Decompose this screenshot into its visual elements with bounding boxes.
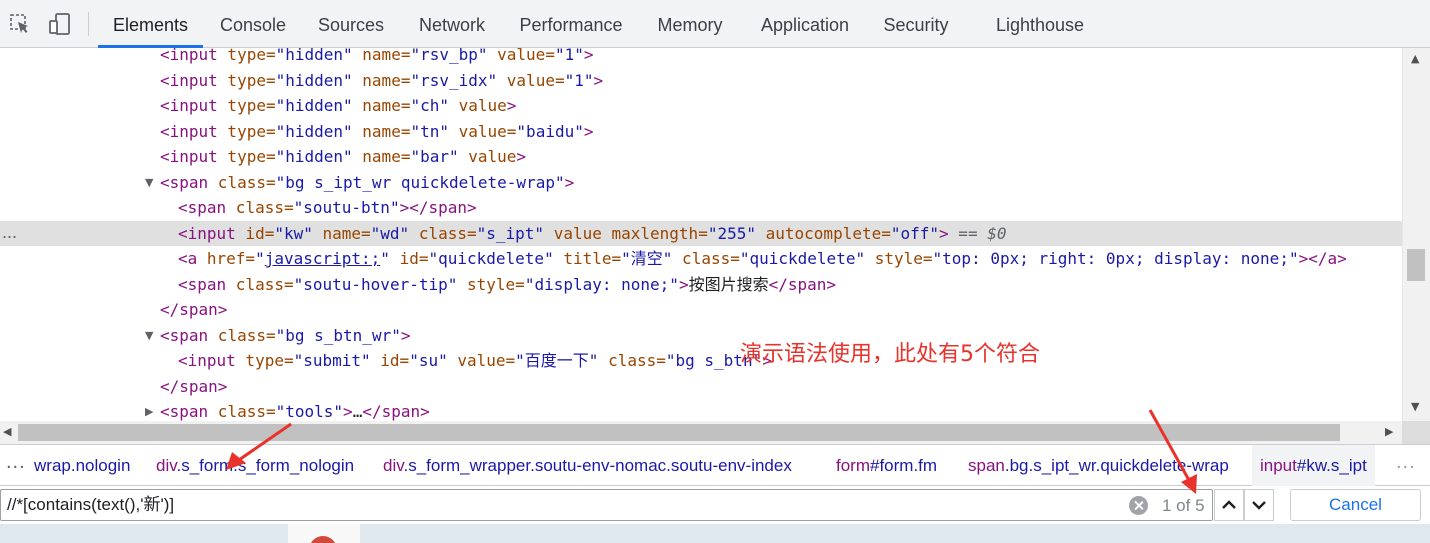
dom-node[interactable]: ▼ <span class="bg s_btn_wr"> — [0, 323, 1402, 348]
chevron-down-icon — [1252, 501, 1266, 510]
dom-node[interactable]: <input type="hidden" name="rsv_idx" valu… — [0, 68, 1402, 93]
vertical-scroll-thumb[interactable] — [1407, 249, 1425, 281]
dom-node[interactable]: ▼ <span class="bg s_ipt_wr quickdelete-wr… — [0, 170, 1402, 195]
expand-triangle-icon[interactable]: ▼ — [145, 170, 153, 195]
match-count: 1 of 5 — [1162, 496, 1205, 515]
dom-node-selected[interactable]: ... <input id="kw" name="wd" class="s_ipt… — [0, 220, 1402, 246]
dom-node[interactable]: ▶ <span class="tools">…</span> — [0, 399, 1402, 421]
previous-match-button[interactable] — [1214, 489, 1244, 521]
breadcrumb: ... wrap.nologin div.s_form.s_form_nolog… — [0, 444, 1430, 486]
breadcrumb-item[interactable]: div.s_form_wrapper.soutu-env-nomac.soutu… — [383, 456, 792, 476]
next-match-button[interactable] — [1244, 489, 1274, 521]
dom-node[interactable]: </span> — [0, 297, 1402, 322]
devtools-tab-bar: Elements Console Sources Network Perform… — [0, 0, 1430, 48]
annotation-text: 演示语法使用，此处有5个符合 — [740, 342, 1040, 367]
scroll-right-icon[interactable]: ▶ — [1385, 425, 1393, 438]
node-actions-ellipsis[interactable]: ... — [2, 221, 17, 243]
dom-node[interactable]: </span> — [0, 374, 1402, 399]
scroll-up-icon[interactable]: ▲ — [1411, 52, 1419, 65]
collapsed-triangle-icon[interactable]: ▶ — [145, 399, 153, 421]
dom-node[interactable]: <span class="soutu-btn"></span> — [0, 195, 1402, 220]
breadcrumb-item-current[interactable]: input#kw.s_ipt — [1252, 445, 1375, 486]
vertical-scrollbar[interactable]: ▲ ▼ — [1402, 48, 1430, 421]
tab-console[interactable]: Console — [210, 0, 296, 47]
inspect-element-icon[interactable] — [8, 12, 32, 36]
dom-node[interactable]: <input type="hidden" name="ch" value> — [0, 93, 1402, 118]
toolbar-divider — [88, 12, 89, 36]
tab-sources[interactable]: Sources — [310, 0, 392, 47]
breadcrumb-item[interactable]: span.bg.s_ipt_wr.quickdelete-wrap — [968, 456, 1229, 476]
breadcrumb-item[interactable]: form#form.fm — [836, 456, 937, 476]
tab-network[interactable]: Network — [408, 0, 496, 47]
dom-node[interactable]: <input type="submit" id="su" value="百度一下… — [0, 348, 1402, 373]
breadcrumb-more-left[interactable]: ... — [6, 451, 26, 474]
expand-triangle-icon[interactable]: ▼ — [145, 323, 153, 348]
cancel-button[interactable]: Cancel — [1290, 489, 1421, 521]
dom-node[interactable]: <input type="hidden" name="bar" value> — [0, 144, 1402, 169]
dom-tree: <input type="hidden" name="rsv_bp" value… — [0, 48, 1402, 421]
tab-lighthouse[interactable]: Lighthouse — [986, 0, 1094, 47]
dom-node[interactable]: <a href="javascript:;" id="quickdelete" … — [0, 246, 1402, 271]
breadcrumb-item[interactable]: div.s_form.s_form_nologin — [156, 456, 354, 476]
tab-memory[interactable]: Memory — [648, 0, 732, 47]
breadcrumb-more-right[interactable]: ... — [1396, 451, 1416, 474]
dom-node[interactable]: <input type="hidden" name="tn" value="ba… — [0, 119, 1402, 144]
scroll-left-icon[interactable]: ◀ — [3, 425, 11, 438]
href-link[interactable]: javascript:; — [265, 249, 381, 268]
breadcrumb-item[interactable]: wrap.nologin — [34, 456, 130, 476]
horizontal-scrollbar[interactable]: ◀ ▶ — [0, 421, 1402, 444]
tab-performance[interactable]: Performance — [512, 0, 630, 47]
scrollbar-corner — [1402, 421, 1430, 444]
page-content-strip — [0, 524, 1430, 543]
scroll-down-icon[interactable]: ▼ — [1411, 400, 1419, 413]
horizontal-scroll-thumb[interactable] — [18, 424, 1340, 441]
dom-node[interactable]: <input type="hidden" name="rsv_bp" value… — [0, 48, 1402, 67]
search-bar: //*[contains(text(),'新')] 1 of 5 Cancel — [0, 486, 1430, 524]
selected-node-marker: == $0 — [948, 223, 1007, 243]
dom-node[interactable]: <span class="soutu-hover-tip" style="dis… — [0, 272, 1402, 297]
tab-application[interactable]: Application — [750, 0, 860, 47]
chevron-up-icon — [1222, 500, 1236, 509]
tab-elements[interactable]: Elements — [98, 0, 203, 48]
device-toolbar-icon[interactable] — [48, 12, 72, 36]
clear-search-icon[interactable] — [1129, 496, 1148, 515]
search-input[interactable]: //*[contains(text(),'新')] — [0, 489, 1213, 521]
tab-security[interactable]: Security — [876, 0, 956, 47]
